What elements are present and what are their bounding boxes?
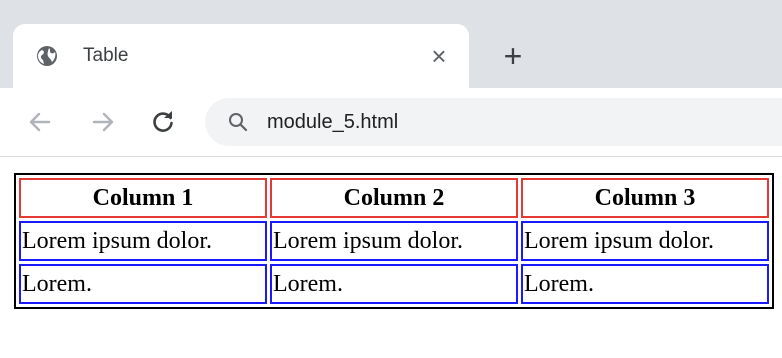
- address-bar[interactable]: module_5.html: [205, 98, 782, 146]
- table-cell: Lorem.: [19, 264, 267, 304]
- tab-strip: Table × +: [0, 0, 782, 88]
- browser-toolbar: module_5.html: [0, 88, 782, 157]
- tab-title: Table: [83, 45, 129, 66]
- new-tab-button[interactable]: +: [498, 40, 528, 72]
- table-cell: Lorem.: [521, 264, 769, 304]
- column-header: Column 1: [19, 178, 267, 218]
- address-text[interactable]: module_5.html: [267, 110, 398, 134]
- back-button[interactable]: [22, 104, 58, 140]
- table-cell: Lorem.: [270, 264, 518, 304]
- reload-button[interactable]: [145, 104, 181, 140]
- search-icon: [229, 113, 248, 132]
- reload-icon: [153, 111, 173, 132]
- browser-tab[interactable]: Table ×: [13, 24, 469, 88]
- forward-button[interactable]: [85, 104, 121, 140]
- column-header: Column 3: [521, 178, 769, 218]
- page-content: Column 1 Column 2 Column 3 Lorem ipsum d…: [14, 173, 774, 309]
- table-row: Lorem. Lorem. Lorem.: [19, 264, 769, 304]
- close-tab-icon[interactable]: ×: [425, 42, 453, 70]
- table-cell: Lorem ipsum dolor.: [521, 221, 769, 261]
- column-header: Column 2: [270, 178, 518, 218]
- table-cell: Lorem ipsum dolor.: [19, 221, 267, 261]
- back-arrow-icon: [29, 112, 51, 132]
- table-cell: Lorem ipsum dolor.: [270, 221, 518, 261]
- table-header-row: Column 1 Column 2 Column 3: [19, 178, 769, 218]
- forward-arrow-icon: [92, 112, 114, 132]
- data-table: Column 1 Column 2 Column 3 Lorem ipsum d…: [14, 173, 774, 309]
- globe-icon: [37, 46, 57, 66]
- table-row: Lorem ipsum dolor. Lorem ipsum dolor. Lo…: [19, 221, 769, 261]
